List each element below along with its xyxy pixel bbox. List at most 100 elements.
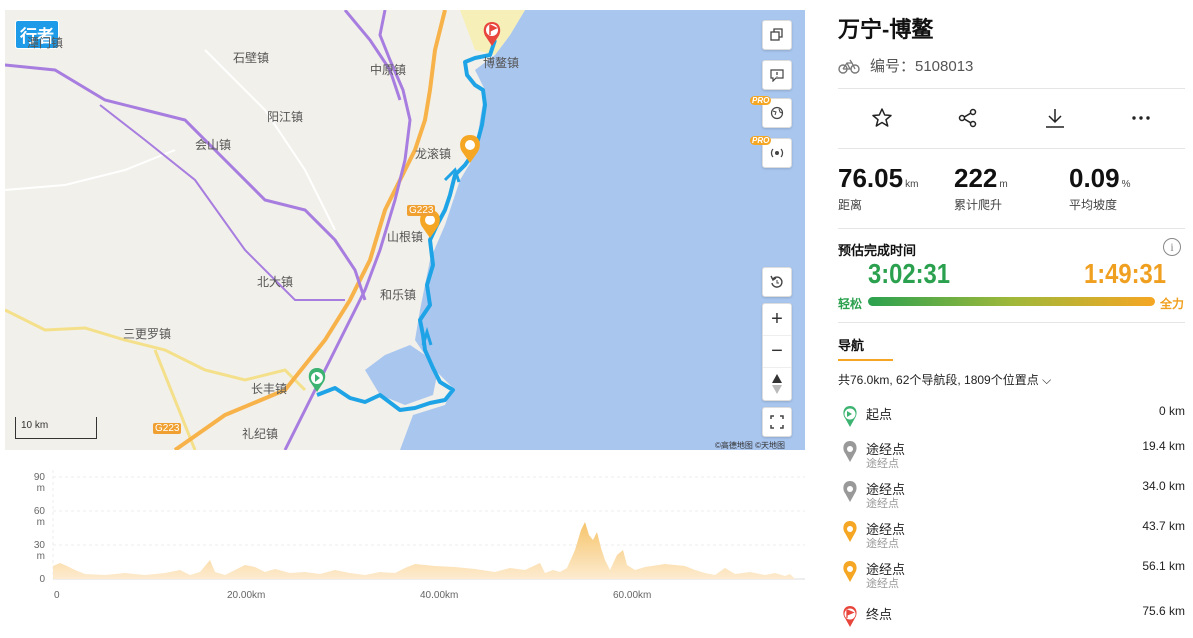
info-icon[interactable]: i	[1163, 238, 1181, 256]
start-marker-icon[interactable]	[308, 368, 326, 392]
place-label: 三更罗镇	[123, 327, 172, 341]
y-tick-label: 90 m	[33, 472, 45, 494]
divider	[838, 228, 1185, 229]
via-pin-icon	[843, 441, 857, 462]
pro-badge: PRO	[750, 136, 772, 145]
stat-label: 平均坡度	[1069, 198, 1118, 212]
effort-gradient-bar	[868, 297, 1155, 306]
more-icon	[1132, 116, 1150, 120]
waypoint-row[interactable]: 途经点 途经点 34.0 km	[838, 479, 1185, 513]
divider	[838, 148, 1185, 149]
waypoint-row[interactable]: 途经点 途经点 43.7 km	[838, 519, 1185, 553]
route-id: 编号：5108013	[838, 55, 973, 76]
waypoint-distance: 56.1 km	[1142, 559, 1185, 573]
star-icon	[872, 108, 892, 127]
reset-icon	[770, 275, 783, 288]
tab-navigation[interactable]: 导航	[838, 335, 864, 354]
pro-badge: PRO	[750, 96, 772, 105]
copy-button[interactable]	[762, 20, 792, 50]
route-title: 万宁-博鳌	[838, 17, 934, 42]
stat-label: 累计爬升	[954, 198, 1003, 212]
globe-icon	[770, 106, 784, 120]
zoom-out-icon: −	[771, 340, 783, 362]
eta-full-time: 1:49:31	[1084, 258, 1167, 289]
via-pin-icon	[843, 521, 857, 542]
place-label: 龙滚镇	[415, 147, 452, 161]
satellite-icon	[770, 148, 784, 158]
waypoint-sub: 途经点	[866, 498, 899, 510]
elevation-plot	[52, 470, 805, 580]
waypoint-name: 终点	[866, 607, 893, 622]
waypoint-row[interactable]: 途经点 途经点 19.4 km	[838, 439, 1185, 473]
route-map[interactable]: 行者 石壁镇 中原镇 阳江镇 会山镇 龙滚镇 山根镇 和乐镇 北大镇 三更罗镇 …	[5, 10, 805, 450]
via-pin-icon	[843, 561, 857, 582]
share-icon	[958, 108, 977, 128]
zoom-in-icon: +	[771, 308, 783, 330]
fullscreen-icon	[770, 415, 784, 429]
via-pin-icon	[843, 481, 857, 502]
x-tick-label: 20.00km	[227, 590, 266, 601]
waypoint-row[interactable]: 起点 0 km	[838, 404, 1185, 438]
place-label: 和乐镇	[380, 288, 417, 302]
waypoint-distance: 0 km	[1158, 404, 1185, 418]
x-tick-label: 0	[54, 590, 60, 601]
place-label: 长丰镇	[251, 382, 288, 396]
bike-icon	[838, 59, 860, 74]
eta-easy-time: 3:02:31	[868, 258, 951, 289]
place-label: 礼纪镇	[242, 427, 279, 441]
divider	[838, 88, 1185, 89]
stat-ascent: 222 m 累计爬升	[954, 163, 1008, 213]
route-id-label: 编号：5108013	[870, 58, 974, 75]
stat-grade: 0.09% 平均坡度	[1069, 163, 1131, 213]
download-icon	[1046, 109, 1064, 128]
y-tick-label: 0	[39, 574, 45, 585]
stat-label: 距离	[838, 198, 863, 212]
waypoint-row[interactable]: 终点 75.6 km	[838, 604, 1185, 638]
zoom-in-button[interactable]: +	[763, 304, 791, 336]
place-label: 潭门镇	[27, 36, 64, 50]
feedback-button[interactable]	[762, 60, 792, 90]
waypoint-sub: 途经点	[866, 538, 899, 550]
eta-easy-label: 轻松	[838, 297, 863, 311]
stat-value: 0.09	[1069, 163, 1120, 193]
waypoint-sub: 途经点	[866, 578, 899, 590]
waypoint-distance: 75.6 km	[1142, 604, 1185, 618]
tab-underline	[838, 359, 893, 361]
zoom-out-button[interactable]: −	[763, 336, 791, 368]
place-label: 石壁镇	[233, 51, 270, 65]
more-button[interactable]	[1126, 103, 1156, 133]
divider	[838, 322, 1185, 323]
share-button[interactable]	[953, 103, 983, 133]
compass-button[interactable]	[763, 368, 791, 400]
nav-summary-toggle[interactable]: 共76.0km, 62个导航段, 1809个位置点 ⌵	[838, 371, 1051, 388]
stat-value: 76.05	[838, 163, 904, 193]
waypoint-distance: 19.4 km	[1142, 439, 1185, 453]
place-label: 博鳌镇	[483, 56, 520, 70]
map-scale: 10 km	[15, 417, 97, 439]
map-copyright: ©高德地图 ©天地图	[715, 441, 786, 450]
download-button[interactable]	[1040, 103, 1070, 133]
feedback-icon	[770, 69, 784, 82]
waypoint-sub: 途经点	[866, 458, 899, 470]
place-label: 山根镇	[387, 230, 424, 244]
reset-view-button[interactable]	[762, 267, 792, 297]
start-pin-icon	[843, 406, 857, 427]
end-pin-icon	[843, 606, 857, 627]
stat-unit: km	[905, 179, 919, 190]
x-tick-label: 40.00km	[420, 590, 459, 601]
waypoint-distance: 43.7 km	[1142, 519, 1185, 533]
stat-value: 222	[954, 163, 998, 193]
place-label: 北大镇	[257, 275, 294, 289]
elevation-chart[interactable]: 90 m 60 m 30 m 0 0 20.00km 40.00km 60.00…	[5, 460, 805, 626]
fullscreen-button[interactable]	[762, 407, 792, 437]
y-tick-label: 60 m	[33, 506, 45, 528]
favorite-button[interactable]	[867, 103, 897, 133]
eta-title: 预估完成时间	[838, 243, 917, 258]
waypoint-row[interactable]: 途经点 途经点 56.1 km	[838, 559, 1185, 593]
place-label: 中原镇	[370, 63, 407, 77]
waypoint-distance: 34.0 km	[1142, 479, 1185, 493]
stat-unit: %	[1121, 179, 1131, 190]
x-tick-label: 60.00km	[613, 590, 652, 601]
eta-full-label: 全力	[1160, 297, 1185, 311]
route-detail-panel: 万宁-博鳌 编号：5108013 76.05 km 距离 222 m 累计爬升 0.…	[838, 0, 1188, 627]
